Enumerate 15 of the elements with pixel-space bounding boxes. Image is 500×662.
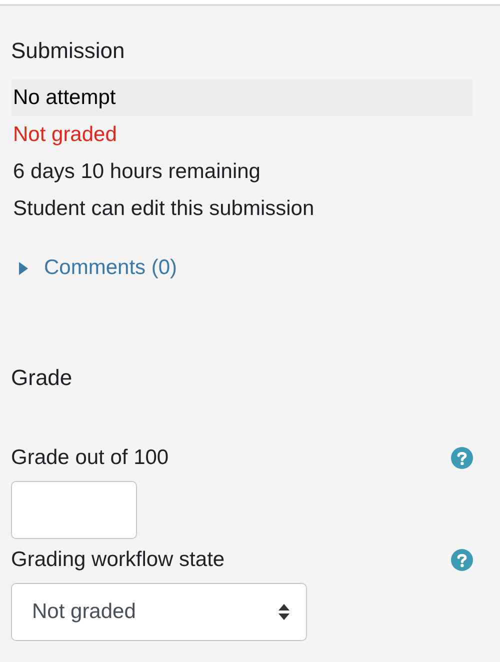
help-icon[interactable] (451, 447, 473, 469)
help-icon[interactable] (451, 549, 473, 571)
grade-input[interactable] (11, 481, 137, 539)
workflow-state-select[interactable]: Not graded (11, 583, 307, 641)
section-heading: Submission (11, 37, 126, 65)
status-text: Not graded (12, 122, 118, 148)
field-label: Grading workflow state (11, 547, 225, 573)
updown-caret-icon (278, 603, 290, 621)
status-text: No attempt (11, 79, 473, 116)
status-text: Student can edit this submission (12, 196, 316, 222)
caret-icon[interactable] (19, 262, 28, 274)
section-heading: Grade (11, 364, 74, 392)
field-label: Grade out of 100 (11, 445, 169, 471)
comments-link[interactable]: Comments (0) (44, 253, 178, 283)
status-text: 6 days 10 hours remaining (12, 159, 262, 185)
